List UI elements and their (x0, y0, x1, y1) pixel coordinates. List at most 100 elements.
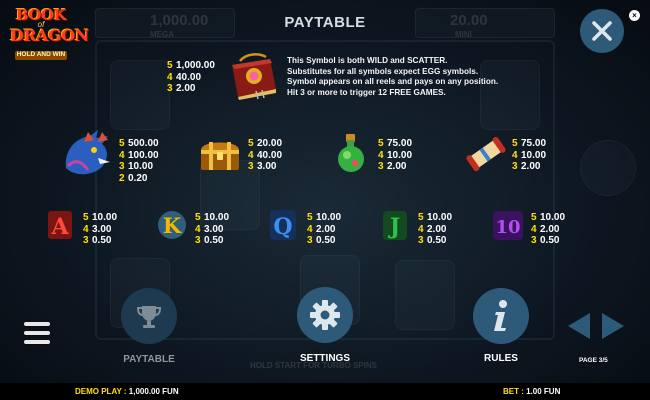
pay-value: 10.00 (128, 161, 154, 172)
letter-a-glyph: A (50, 214, 69, 240)
letter-a-icon: A (45, 208, 75, 247)
description-line: Substitutes for all symbols expect EGG s… (287, 66, 479, 76)
pay-value: 10.00 (427, 212, 453, 223)
previous-page-arrow-icon[interactable] (568, 313, 590, 339)
pay-value: 10.00 (540, 212, 566, 223)
mega-jackpot-caption: MEGA (150, 30, 174, 39)
pay-value: 75.00 (521, 138, 547, 149)
pay-count: 4 (83, 223, 89, 235)
potion-paytable: 5 75.00 4 10.00 3 2.00 (378, 138, 412, 173)
reel-symbol (395, 260, 455, 330)
demo-balance: DEMO PLAY : 1,000.00 FUN (75, 387, 179, 396)
pay-count: 3 (167, 83, 173, 94)
pay-count: 3 (83, 235, 89, 246)
next-page-arrow-icon[interactable] (602, 313, 624, 339)
pay-value: 2.00 (540, 223, 560, 235)
pay-value: 20.00 (257, 138, 283, 149)
letter-q-icon: Q (266, 207, 300, 250)
pay-value: 500.00 (128, 138, 159, 149)
pay-count: 5 (167, 60, 173, 71)
pay-value: 75.00 (387, 138, 413, 149)
bet-label: BET : (503, 387, 527, 396)
pay-value: 0.50 (316, 235, 336, 246)
pay-value: 10.00 (92, 212, 118, 223)
pay-count: 5 (119, 138, 125, 149)
description-line: Symbol appears on all reels and pays on … (287, 77, 499, 87)
info-icon (494, 300, 507, 331)
scroll-icon (465, 135, 507, 178)
number-10-glyph: 10 (495, 217, 520, 238)
rules-label[interactable]: RULES (456, 353, 546, 364)
description-line: Hit 3 or more to trigger 12 FREE GAMES. (287, 87, 446, 97)
pay-value: 3.00 (204, 223, 224, 235)
pay-count: 3 (248, 161, 254, 172)
pay-count: 5 (378, 138, 384, 149)
pay-count: 3 (119, 161, 125, 172)
pay-value: 40.00 (257, 149, 283, 161)
pay-count: 4 (512, 149, 518, 161)
paytable-button[interactable] (121, 288, 177, 344)
chest-paytable: 5 20.00 4 40.00 3 3.00 (248, 138, 282, 173)
letter-k-glyph: K (163, 213, 182, 238)
pay-count: 3 (378, 161, 384, 172)
pay-count: 3 (195, 235, 201, 246)
pay-count: 3 (512, 161, 518, 172)
trophy-icon (136, 306, 162, 328)
dismiss-x-icon[interactable]: × (629, 10, 640, 21)
page-indicator: PAGE 3/5 (579, 357, 608, 364)
pay-count: 4 (167, 71, 173, 83)
pay-value: 2.00 (521, 161, 541, 172)
pay-value: 40.00 (176, 71, 202, 83)
pay-count: 3 (531, 235, 537, 246)
pay-count: 5 (248, 138, 254, 149)
menu-button[interactable] (24, 322, 50, 344)
status-bar: DEMO PLAY : 1,000.00 FUN BET : 1.00 FUN (0, 383, 650, 400)
bet-amount: BET : 1.00 FUN (503, 387, 560, 396)
letter-k-icon: K (155, 208, 189, 247)
pay-value: 2.00 (316, 223, 336, 235)
pay-count: 4 (195, 223, 201, 235)
menu-bar (24, 340, 50, 344)
close-paytable-button[interactable] (580, 9, 624, 53)
pay-count: 4 (418, 223, 424, 235)
pay-count: 4 (378, 149, 384, 161)
pay-count: 3 (307, 235, 313, 246)
pay-value: 3.00 (92, 223, 112, 235)
pay-value: 1,000.00 (176, 60, 215, 71)
pay-count: 4 (307, 223, 313, 235)
pay-count: 4 (531, 223, 537, 235)
demo-value: 1,000.00 FUN (128, 387, 179, 396)
hold-turbo-hint: HOLD START FOR TURBO SPINS (250, 361, 377, 370)
reel-symbol (110, 60, 170, 130)
pay-value: 3.00 (257, 161, 277, 172)
pay-value: 10.00 (204, 212, 230, 223)
dragon-icon (58, 128, 114, 185)
letter-j-glyph: J (388, 214, 400, 240)
pay-value: 100.00 (128, 149, 159, 161)
demo-label: DEMO PLAY : (75, 387, 129, 396)
wild-description: This Symbol is both WILD and SCATTER. Su… (287, 56, 527, 98)
pay-count: 5 (83, 212, 89, 223)
pay-count: 5 (531, 212, 537, 223)
pay-count: 2 (119, 172, 125, 184)
pay-value: 10.00 (316, 212, 342, 223)
treasure-chest-icon (197, 134, 243, 179)
letter-q-paytable: 5 10.00 4 2.00 3 0.50 (307, 212, 341, 247)
rules-button[interactable] (473, 288, 529, 344)
pay-value: 0.50 (540, 235, 560, 246)
pay-count: 3 (418, 235, 424, 246)
scroll-paytable: 5 75.00 4 10.00 3 2.00 (512, 138, 546, 173)
wild-paytable: 5 1,000.00 4 40.00 3 2.00 (167, 60, 215, 95)
paytable-label[interactable]: PAYTABLE (104, 354, 194, 365)
bet-value: 1.00 FUN (526, 387, 561, 396)
letter-q-glyph: Q (273, 214, 292, 240)
pay-value: 2.00 (176, 83, 196, 94)
dragon-paytable: 5 500.00 4 100.00 3 10.00 2 0.20 (119, 138, 159, 184)
pay-value: 0.50 (92, 235, 112, 246)
settings-button[interactable] (297, 287, 353, 343)
pay-count: 4 (248, 149, 254, 161)
potion-icon (333, 132, 369, 179)
pay-value: 0.50 (204, 235, 224, 246)
gear-icon (310, 300, 340, 330)
pay-count: 5 (307, 212, 313, 223)
